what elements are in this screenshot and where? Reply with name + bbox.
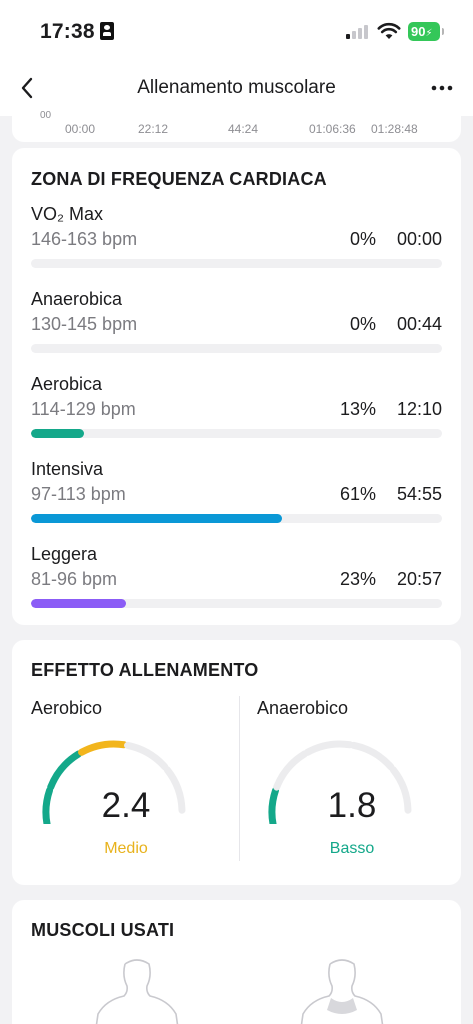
zone-name: VO₂ Max: [31, 204, 103, 224]
zone-duration: 20:57: [396, 569, 442, 589]
zone-duration: 00:00: [396, 229, 442, 249]
zone-range: 81-96 bpm: [31, 569, 118, 589]
gauge-segment: [47, 750, 82, 791]
zone-progress-track: [31, 259, 442, 268]
effect-value: 2.4: [101, 786, 151, 825]
chart-x-tick: 44:24: [228, 122, 259, 136]
battery-level: 90: [411, 24, 426, 39]
zone-row: Anaerobica 130-145 bpm 0% 00:44: [31, 289, 442, 369]
zone-progress-track: [31, 514, 442, 523]
zone-progress-fill: [31, 599, 126, 608]
zone-progress-track: [31, 344, 442, 353]
status-time: 17:38: [40, 20, 95, 43]
zone-range: 97-113 bpm: [31, 484, 126, 504]
zone-row: Aerobica 114-129 bpm 13% 12:10: [31, 374, 442, 454]
zone-row: VO₂ Max 146-163 bpm 0% 00:00: [31, 204, 442, 284]
chart-x-tick: 01:06:36: [309, 122, 356, 136]
zone-percent: 13%: [339, 399, 376, 419]
effect-label: Anaerobico: [257, 698, 349, 718]
effect-value: 1.8: [327, 786, 377, 825]
training-effect-card: EFFETTO ALLENAMENTO Aerobico 2.4 Medio A…: [12, 640, 461, 885]
more-options-icon[interactable]: [428, 78, 456, 98]
gauge-segment: [304, 740, 354, 756]
zone-progress-fill: [31, 514, 282, 523]
zone-progress-track: [31, 429, 442, 438]
zone-name: Aerobica: [31, 374, 103, 394]
zone-progress-track: [31, 599, 442, 608]
chart-y-tick: 00: [40, 110, 52, 121]
zone-progress-fill: [31, 429, 85, 438]
muscles-used-card: MUSCOLI USATI: [12, 900, 461, 1024]
zone-duration: 54:55: [396, 484, 442, 504]
contact-card-icon: [100, 22, 114, 40]
heart-rate-zones-card: ZONA DI FREQUENZA CARDIACA VO₂ Max 146-1…: [12, 148, 461, 625]
gauge-segment: [78, 740, 128, 756]
effect-level: Basso: [329, 840, 375, 857]
section-title: MUSCOLI USATI: [31, 920, 175, 940]
nav-bar: Allenamento muscolare: [0, 60, 473, 116]
zone-percent: 61%: [339, 484, 376, 504]
status-bar: 17:38 90⚡: [0, 0, 473, 60]
body-back-figure: [300, 959, 384, 1024]
divider: [239, 696, 240, 861]
zone-row: Leggera 81-96 bpm 23% 20:57: [31, 544, 442, 624]
zone-duration: 00:44: [396, 314, 442, 334]
chart-x-tick: 01:28:48: [371, 122, 418, 136]
zone-range: 130-145 bpm: [31, 314, 138, 334]
section-title: ZONA DI FREQUENZA CARDIACA: [31, 169, 327, 189]
gauge-segment: [124, 741, 169, 771]
zone-name: Intensiva: [31, 459, 104, 479]
gauge-segment: [350, 741, 395, 771]
battery-icon: 90⚡: [408, 22, 444, 41]
anaerobic-effect: Anaerobico 1.8 Basso: [257, 696, 457, 866]
section-title: EFFETTO ALLENAMENTO: [31, 660, 259, 680]
zone-range: 146-163 bpm: [31, 229, 138, 249]
page-title: Allenamento muscolare: [137, 77, 336, 98]
zone-percent: 0%: [349, 314, 376, 334]
chart-x-tick: 22:12: [138, 122, 169, 136]
zone-name: Anaerobica: [31, 289, 123, 309]
wifi-icon: [377, 22, 401, 39]
zone-name: Leggera: [31, 544, 98, 564]
aerobic-effect: Aerobico 2.4 Medio: [31, 696, 231, 866]
zone-percent: 0%: [349, 229, 376, 249]
cellular-signal-icon: [346, 25, 370, 39]
gauge-segment: [273, 750, 308, 791]
zone-row: Intensiva 97-113 bpm 61% 54:55: [31, 459, 442, 539]
heart-rate-chart-remnant: 00 00:00 22:12 44:24 01:06:36 01:28:48: [12, 110, 461, 142]
effect-level: Medio: [104, 840, 148, 857]
chart-x-tick: 00:00: [65, 122, 96, 136]
zone-range: 114-129 bpm: [31, 399, 136, 419]
body-front-figure: [95, 959, 179, 1024]
zone-percent: 23%: [339, 569, 376, 589]
zone-duration: 12:10: [396, 399, 442, 419]
effect-label: Aerobico: [31, 698, 103, 718]
